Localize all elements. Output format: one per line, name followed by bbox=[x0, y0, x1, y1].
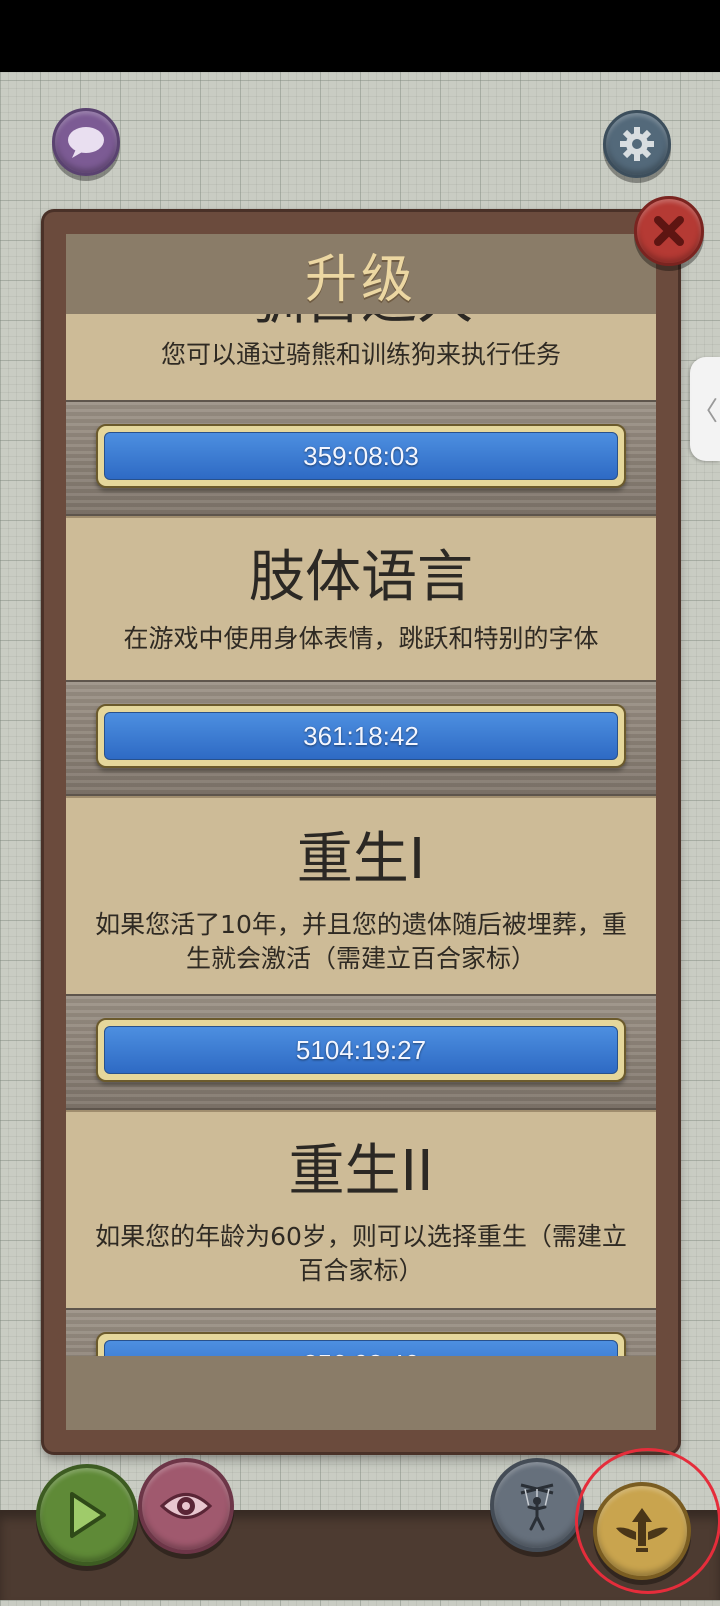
upgrade-card: 重生I 如果您活了10年，并且您的遗体随后被埋葬，重生就会激活（需建立百合家标） bbox=[66, 796, 656, 994]
upgrade-description: 如果您活了10年，并且您的遗体随后被埋葬，重生就会激活（需建立百合家标） bbox=[95, 910, 627, 973]
upgrade-panel: 升级 驯兽达人 您可以通过骑熊和训练狗来执行任务 359:08:03 肢体语言 … bbox=[44, 212, 678, 1452]
eye-icon bbox=[159, 1493, 213, 1519]
chat-button[interactable] bbox=[52, 108, 120, 176]
panel-title: 升级 bbox=[304, 249, 417, 310]
upgrade-description: 如果您的年龄为60岁，则可以选择重生（需建立百合家标） bbox=[95, 1222, 627, 1285]
upgrade-card: 驯兽达人 您可以通过骑熊和训练狗来执行任务 bbox=[66, 314, 656, 400]
status-bar bbox=[0, 0, 720, 72]
upgrade-timer-button[interactable]: 361:18:42 bbox=[96, 704, 626, 768]
upgrade-timer: 361:18:42 bbox=[104, 712, 618, 760]
watch-button[interactable] bbox=[138, 1458, 234, 1554]
upgrade-timer: 5104:19:27 bbox=[104, 1026, 618, 1074]
upgrade-title: 重生I bbox=[296, 827, 426, 892]
gear-icon bbox=[620, 127, 654, 161]
play-icon bbox=[70, 1492, 106, 1538]
upgrade-card: 肢体语言 在游戏中使用身体表情，跳跃和特别的字体 bbox=[66, 516, 656, 680]
upgrade-action-strip: 359:08:03 bbox=[66, 400, 656, 516]
play-button[interactable] bbox=[36, 1464, 138, 1566]
side-drawer-tab[interactable]: 〈 bbox=[690, 357, 720, 461]
speech-bubble-icon bbox=[68, 127, 104, 158]
upgrade-action-strip: 361:18:42 bbox=[66, 680, 656, 796]
upgrade-panel-inner: 升级 驯兽达人 您可以通过骑熊和训练狗来执行任务 359:08:03 肢体语言 … bbox=[66, 234, 656, 1430]
settings-button[interactable] bbox=[603, 110, 671, 178]
upgrade-title: 重生II bbox=[288, 1139, 434, 1204]
chevron-left-icon: 〈 bbox=[691, 396, 718, 427]
upgrade-action-strip: 5104:19:27 bbox=[66, 994, 656, 1110]
upgrade-description: 您可以通过骑熊和训练狗来执行任务 bbox=[160, 340, 561, 369]
upgrade-list[interactable]: 驯兽达人 您可以通过骑熊和训练狗来执行任务 359:08:03 肢体语言 在游戏… bbox=[66, 314, 656, 1356]
upgrade-timer-button[interactable]: 356:03:46 bbox=[96, 1332, 626, 1356]
upgrade-timer-button[interactable]: 359:08:03 bbox=[96, 424, 626, 488]
puppet-icon bbox=[520, 1483, 554, 1531]
close-button[interactable] bbox=[634, 196, 704, 266]
upgrade-title: 驯兽达人 bbox=[66, 314, 656, 336]
upgrade-timer: 356:03:46 bbox=[104, 1340, 618, 1356]
upgrade-card: 重生II 如果您的年龄为60岁，则可以选择重生（需建立百合家标） bbox=[66, 1110, 656, 1308]
upgrade-title: 肢体语言 bbox=[249, 545, 473, 610]
upgrade-description: 在游戏中使用身体表情，跳跃和特别的字体 bbox=[123, 624, 599, 653]
puppet-button[interactable] bbox=[490, 1458, 584, 1552]
upgrade-timer-button[interactable]: 5104:19:27 bbox=[96, 1018, 626, 1082]
close-x-icon bbox=[654, 216, 684, 246]
upgrade-action-strip: 356:03:46 bbox=[66, 1308, 656, 1356]
upgrade-timer: 359:08:03 bbox=[104, 432, 618, 480]
